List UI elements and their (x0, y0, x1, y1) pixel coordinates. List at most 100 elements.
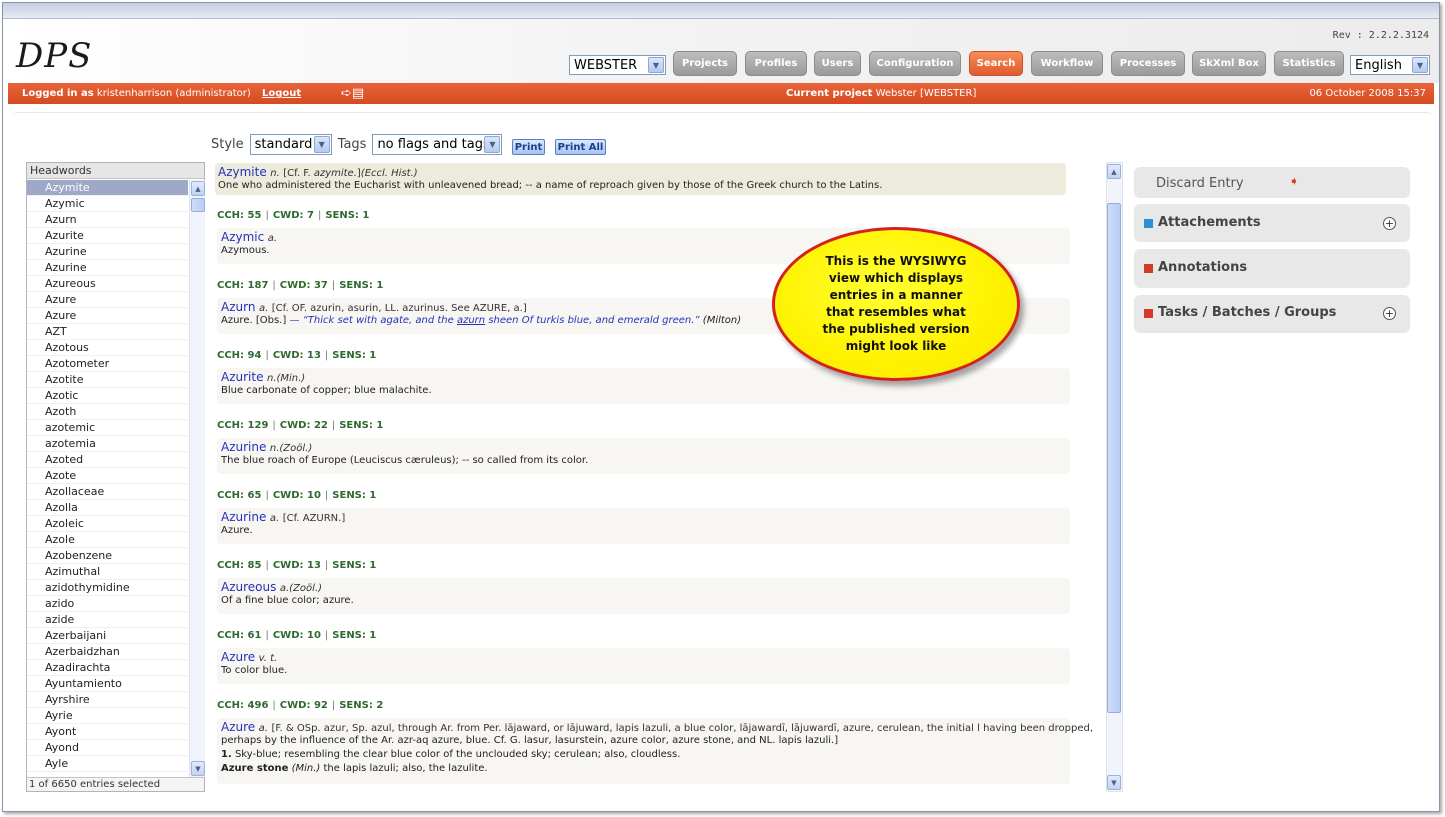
scroll-thumb[interactable] (191, 198, 205, 212)
nav-processes[interactable]: Processes (1111, 51, 1185, 76)
headword-item[interactable]: Azote (27, 468, 188, 484)
headword-item[interactable]: Azollaceae (27, 484, 188, 500)
headword-item[interactable]: azido (27, 596, 188, 612)
entry-stats: CCH: 94 | CWD: 13 | SENS: 1 (217, 350, 377, 361)
headword-item[interactable]: Azureous (27, 276, 188, 292)
headword-item[interactable]: azotemic (27, 420, 188, 436)
headword-item[interactable]: Azurine (27, 260, 188, 276)
headword-item[interactable]: Azurite (27, 228, 188, 244)
scroll-thumb[interactable] (1107, 203, 1121, 713)
logout-link[interactable]: Logout (262, 88, 301, 99)
annotations-square-icon (1144, 264, 1153, 273)
headword-item[interactable]: Ayont (27, 724, 188, 740)
switch-user-icon[interactable]: ➪▤ (341, 86, 364, 101)
chevron-down-icon: ▼ (1412, 57, 1428, 73)
scroll-up-icon[interactable]: ▲ (1107, 164, 1121, 179)
headword-item[interactable]: azotemia (27, 436, 188, 452)
headword-item[interactable]: Azolla (27, 500, 188, 516)
headword-item[interactable]: AZT (27, 324, 188, 340)
headword-item[interactable]: Azoth (27, 404, 188, 420)
entry-pos: a. (269, 513, 280, 524)
nav-workflow[interactable]: Workflow (1031, 51, 1103, 76)
nav-search[interactable]: Search (969, 51, 1023, 76)
tags-select[interactable]: no flags and tags ▼ (372, 134, 503, 155)
headword-item[interactable]: Ayond (27, 740, 188, 756)
headword-item[interactable]: Ayrshire (27, 692, 188, 708)
expand-plus-icon[interactable]: + (1383, 217, 1396, 230)
headword-item[interactable]: Azimuthal (27, 564, 188, 580)
discard-arrow-icon[interactable]: ➧ (1289, 174, 1299, 188)
style-toolbar: Style standard ▼ Tags no flags and tags … (211, 134, 503, 155)
print-button[interactable]: Print (512, 139, 545, 155)
scroll-down-icon[interactable]: ▼ (191, 761, 205, 776)
headword-item[interactable]: Azymic (27, 196, 188, 212)
discard-entry-panel[interactable]: Discard Entry ➧ (1134, 167, 1410, 198)
current-project-value: Webster [WEBSTER] (875, 88, 977, 99)
headword-item[interactable]: Azure (27, 308, 188, 324)
headword-item[interactable]: Ayrie (27, 708, 188, 724)
entry-box[interactable]: Azure a. [F. & OSp. azur, Sp. azul, thro… (217, 718, 1093, 784)
headword-item[interactable]: Azotous (27, 340, 188, 356)
entry-box[interactable]: Azureous a.(Zoöl.) Of a fine blue color;… (217, 578, 1070, 614)
entry-stats: CCH: 187 | CWD: 37 | SENS: 1 (217, 280, 384, 291)
scroll-up-icon[interactable]: ▲ (191, 181, 205, 196)
tasks-square-icon (1144, 309, 1153, 318)
tasks-panel[interactable]: Tasks / Batches / Groups + (1134, 295, 1410, 333)
headword-item[interactable]: Azotometer (27, 356, 188, 372)
logged-in-label: Logged in as (22, 88, 94, 99)
callout-text: This is the WYSIWYG view which displays … (822, 254, 970, 353)
attachments-label: Attachements (1158, 215, 1261, 230)
scroll-down-icon[interactable]: ▼ (1107, 775, 1121, 790)
entry-etym-continued: perhaps by the influence of the Ar. azr-… (221, 735, 839, 746)
print-all-button[interactable]: Print All (555, 139, 606, 155)
headword-item[interactable]: azide (27, 612, 188, 628)
headword-item[interactable]: Azoted (27, 452, 188, 468)
entry-definition: The blue roach of Europe (Leuciscus cæru… (221, 455, 589, 466)
discard-entry-label: Discard Entry (1156, 176, 1244, 191)
chevron-down-icon: ▼ (313, 136, 330, 153)
entry-box[interactable]: Azurine a. [Cf. AZURN.] Azure. (217, 508, 1070, 544)
entry-box[interactable]: Azurine n.(Zoöl.) The blue roach of Euro… (217, 438, 1070, 474)
headword-item[interactable]: Azerbaidzhan (27, 644, 188, 660)
headword-item[interactable]: Azurn (27, 212, 188, 228)
headword-item[interactable]: Azoleic (27, 516, 188, 532)
dictionary-select[interactable]: WEBSTER ▼ (569, 55, 666, 75)
headword-item[interactable]: azidothymidine (27, 580, 188, 596)
annotations-panel[interactable]: Annotations (1134, 249, 1410, 288)
chevron-down-icon: ▼ (484, 136, 501, 153)
nav-configuration[interactable]: Configuration (869, 51, 961, 76)
entry-box[interactable]: Azure v. t. To color blue. (217, 648, 1070, 684)
headword-item[interactable]: Azotite (27, 372, 188, 388)
entry-headword: Azureous (221, 580, 277, 594)
nav-skxml-box[interactable]: SkXml Box (1192, 51, 1266, 76)
attachments-panel[interactable]: Attachements + (1134, 204, 1410, 242)
headword-item[interactable]: Azure (27, 292, 188, 308)
nav-users[interactable]: Users (814, 51, 861, 76)
headwords-footer: 1 of 6650 entries selected (27, 777, 204, 791)
entry-pos: n.(Zoöl.) (269, 443, 313, 454)
nav-profiles[interactable]: Profiles (745, 51, 807, 76)
expand-plus-icon[interactable]: + (1383, 307, 1396, 320)
headword-item[interactable]: Ayle (27, 756, 188, 772)
style-select[interactable]: standard ▼ (249, 134, 332, 155)
headword-item[interactable]: Azobenzene (27, 548, 188, 564)
entries-scrollbar[interactable]: ▲ ▼ (1106, 162, 1123, 792)
headword-item[interactable]: Azotic (27, 388, 188, 404)
entry-pos: n. (270, 168, 280, 179)
headwords-scrollbar[interactable]: ▲ ▼ (189, 180, 205, 777)
nav-projects[interactable]: Projects (673, 51, 737, 76)
entry-stats: CCH: 65 | CWD: 10 | SENS: 1 (217, 490, 377, 501)
headword-item[interactable]: Azole (27, 532, 188, 548)
tasks-label: Tasks / Batches / Groups (1158, 305, 1337, 320)
entry-headword: Azymic (221, 230, 265, 244)
headword-item[interactable]: Azymite (27, 180, 188, 196)
entry-stats: CCH: 85 | CWD: 13 | SENS: 1 (217, 560, 377, 571)
headword-item[interactable]: Azurine (27, 244, 188, 260)
entry-link[interactable]: azurn (457, 315, 485, 326)
headword-item[interactable]: Azadirachta (27, 660, 188, 676)
headword-item[interactable]: Ayuntamiento (27, 676, 188, 692)
headword-item[interactable]: Azerbaijani (27, 628, 188, 644)
language-select[interactable]: English ▼ (1350, 55, 1430, 75)
entry-selected[interactable]: Azymite n. [Cf. F. azymite.](Eccl. Hist.… (215, 163, 1066, 195)
nav-statistics[interactable]: Statistics (1274, 51, 1344, 76)
